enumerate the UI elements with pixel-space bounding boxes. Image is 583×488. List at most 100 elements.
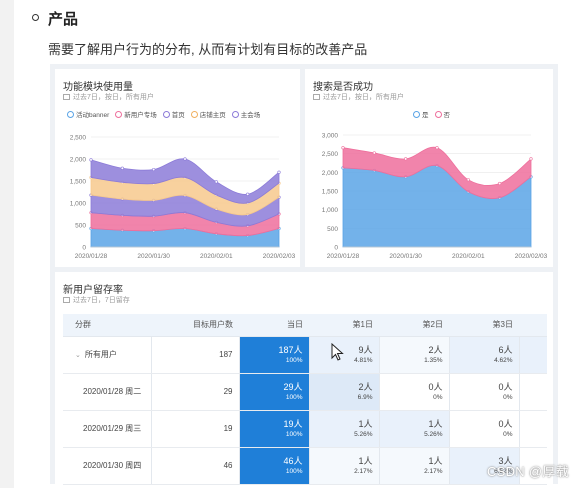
cell-users: 46人 [283, 455, 303, 466]
retention-cell[interactable]: 0人 0% [449, 410, 520, 448]
retention-cell[interactable]: 1人 2.17% [309, 447, 380, 485]
y-tick-label: 3,000 [322, 133, 339, 140]
x-tick-label: 2020/01/30 [137, 253, 170, 260]
retention-title: 新用户留存率 [63, 285, 123, 296]
legend-item-home[interactable]: 首页 [162, 109, 185, 119]
legend-item-yes[interactable]: 是 [413, 109, 429, 119]
y-tick-label: 2,000 [70, 157, 87, 164]
data-point [277, 170, 281, 174]
cell-users: 1人 [358, 455, 373, 466]
feature-usage-card[interactable]: 功能模块使用量 过去7日，按日，所有用户 活动banner 新用户专场 首页 店… [55, 69, 300, 267]
list-bullet-icon [32, 14, 39, 21]
group-cell[interactable]: 2020/01/29 周三 [63, 410, 152, 448]
legend-swatch-icon [115, 110, 123, 118]
column-header-day0[interactable]: 当日 [239, 314, 309, 337]
series-area-0 [342, 164, 532, 248]
group-cell[interactable]: 2020/01/28 周二 [63, 373, 152, 411]
y-tick-label: 2,000 [322, 170, 339, 177]
cell-users: 2人 [428, 344, 443, 355]
column-header-day3[interactable]: 第3日 [449, 314, 519, 337]
data-point [120, 166, 124, 170]
column-header-count[interactable]: 目标用户数 [151, 314, 239, 337]
retention-cell[interactable]: 1人 5.26% [309, 410, 380, 448]
cell-rate: 1.35% [424, 356, 443, 364]
y-tick-label: 500 [327, 226, 338, 233]
cell-users: 2人 [358, 381, 373, 392]
table-row[interactable]: ⌄ 所有用户 187 187人 100% 9人 4.81% 2人 1.35% 6人 4.6… [63, 336, 547, 374]
spacer-cell [519, 373, 547, 411]
search-success-card[interactable]: 搜索是否成功 过去7日，按日，所有用户 是 否 0 500 1,000 1,500 2,… [305, 69, 553, 267]
x-tick-label: 2020/02/03 [263, 253, 296, 260]
legend-item-new-user[interactable]: 新用户专场 [115, 109, 157, 119]
retention-cell[interactable]: 46人 100% [239, 447, 310, 485]
cell-rate: 100% [285, 393, 303, 401]
search-success-chart[interactable]: 0 500 1,000 1,500 2,000 2,500 3,000 2020/01/28 2… [305, 127, 553, 267]
y-tick-label: 2,500 [322, 151, 339, 158]
legend-item-main-venue[interactable]: 主会场 [231, 109, 261, 119]
table-row[interactable]: 2020/01/28 周二 29 29人 100% 2人 6.9% 0人 0% 0人 0… [63, 373, 547, 411]
group-cell[interactable]: 2020/01/30 周四 [63, 447, 152, 485]
spacer-cell [519, 336, 547, 374]
y-tick-label: 1,000 [70, 201, 87, 208]
y-tick-label: 1,500 [322, 189, 339, 196]
legend-label: 是 [422, 112, 429, 119]
retention-cell[interactable]: 29人 100% [239, 373, 310, 411]
cell-rate: 2.17% [424, 467, 443, 475]
column-header-group[interactable]: 分群 [63, 314, 151, 337]
legend-label: 店铺主页 [199, 112, 226, 119]
feature-usage-legend: 活动banner 新用户专场 首页 店铺主页 主会场 [67, 109, 260, 119]
section-heading: 产品 [48, 11, 79, 28]
retention-cell[interactable]: 1人 2.17% [379, 447, 450, 485]
legend-item-shop[interactable]: 店铺主页 [190, 109, 226, 119]
cell-users: 0人 [428, 381, 443, 392]
retention-card[interactable]: 新用户留存率 过去7日，7日留存 分群 目标用户数 当日 第1日 第2日 第3日 [55, 272, 553, 485]
y-tick-label: 0 [334, 245, 338, 252]
y-tick-label: 1,000 [322, 207, 339, 214]
x-tick-label: 2020/01/30 [389, 253, 422, 260]
retention-meta-text: 过去7日，7日留存 [73, 297, 130, 304]
cell-users: 0人 [498, 381, 513, 392]
feature-usage-chart[interactable]: 0 500 1,000 1,500 2,000 2,500 2020/01/28 2020/0… [55, 127, 300, 267]
cell-rate: 100% [285, 356, 303, 364]
retention-cell[interactable]: 0人 0% [379, 373, 450, 411]
cell-rate: 5.26% [354, 430, 373, 438]
calendar-icon [63, 297, 70, 303]
legend-label: 活动banner [76, 112, 110, 119]
mouse-cursor-icon [331, 343, 344, 361]
cell-rate: 2.17% [354, 467, 373, 475]
legend-label: 主会场 [240, 112, 261, 119]
retention-cell[interactable]: 1人 5.26% [379, 410, 450, 448]
retention-cell[interactable]: 6人 4.62% [449, 336, 520, 374]
cell-users: 187人 [278, 344, 303, 355]
legend-item-no[interactable]: 否 [434, 109, 451, 119]
legend-swatch-icon [413, 110, 420, 118]
legend-item-banner[interactable]: 活动banner [67, 109, 109, 119]
retention-cell[interactable]: 19人 100% [239, 410, 310, 448]
group-cell[interactable]: ⌄ 所有用户 [63, 336, 152, 374]
cell-users: 19人 [283, 418, 303, 429]
table-row[interactable]: 2020/01/29 周三 19 19人 100% 1人 5.26% 1人 5.26%… [63, 410, 547, 448]
data-point [404, 157, 408, 161]
retention-cell[interactable]: 2人 1.35% [379, 336, 450, 374]
count-cell: 46 [151, 447, 240, 485]
legend-label: 新用户专场 [124, 112, 157, 119]
legend-swatch-icon [67, 110, 74, 118]
chevron-down-icon[interactable]: ⌄ [75, 351, 81, 359]
retention-cell[interactable]: 2人 6.9% [309, 373, 380, 411]
data-point [372, 151, 376, 155]
column-header-day2[interactable]: 第2日 [379, 314, 449, 337]
cell-users: 1人 [428, 418, 443, 429]
table-row[interactable]: 2020/01/30 周四 46 46人 100% 1人 2.17% 1人 2.17%… [63, 447, 547, 485]
data-point [152, 167, 156, 172]
cell-users: 0人 [498, 418, 513, 429]
column-header-day1[interactable]: 第1日 [309, 314, 379, 337]
legend-label: 否 [443, 112, 451, 119]
count-cell: 29 [151, 373, 240, 411]
x-tick-label: 2020/02/03 [515, 253, 548, 260]
data-point [89, 158, 93, 162]
retention-cell[interactable]: 0人 0% [449, 373, 520, 411]
count-cell: 187 [151, 336, 240, 374]
cell-rate: 0% [503, 393, 513, 401]
retention-cell[interactable]: 187人 100% [239, 336, 310, 374]
left-margin-bar [0, 0, 14, 488]
